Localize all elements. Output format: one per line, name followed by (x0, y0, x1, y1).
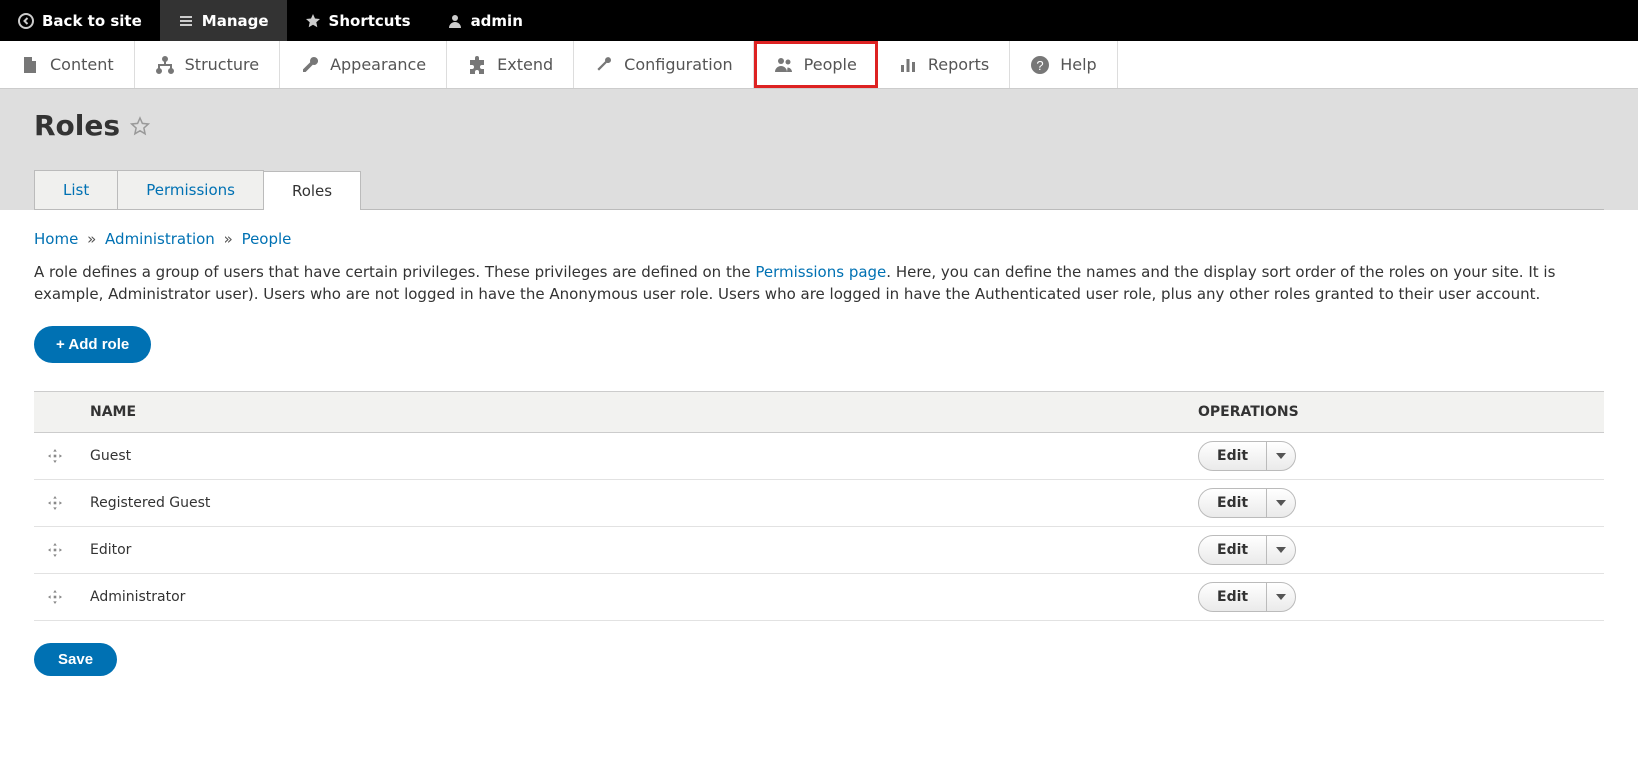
document-icon (20, 55, 40, 75)
breadcrumb-sep: » (220, 230, 237, 248)
back-to-site[interactable]: Back to site (0, 0, 160, 41)
content-area: Home » Administration » People A role de… (0, 210, 1638, 696)
breadcrumb-sep: » (83, 230, 100, 248)
desc-pre: A role defines a group of users that hav… (34, 263, 755, 281)
puzzle-icon (467, 55, 487, 75)
role-name-cell: Registered Guest (76, 479, 1184, 526)
manage-label: Manage (202, 12, 269, 30)
add-role-button[interactable]: + Add role (34, 326, 151, 363)
dropbutton-toggle[interactable] (1267, 583, 1295, 611)
th-operations: OPERATIONS (1184, 391, 1604, 432)
primary-tabs: List Permissions Roles (34, 170, 1604, 210)
favorite-star-icon[interactable] (130, 116, 150, 136)
admin-menu-content[interactable]: Content (0, 41, 135, 88)
admin-menu-people[interactable]: People (754, 41, 878, 88)
th-name: NAME (76, 391, 1184, 432)
edit-button[interactable]: Edit (1199, 583, 1267, 611)
tab-list[interactable]: List (34, 170, 118, 209)
operations-dropbutton: Edit (1198, 582, 1296, 612)
user-label: admin (471, 12, 523, 30)
permissions-page-link[interactable]: Permissions page (755, 263, 886, 281)
edit-button[interactable]: Edit (1199, 489, 1267, 517)
admin-menu-configuration[interactable]: Configuration (574, 41, 754, 88)
admin-menu-label: Structure (185, 55, 259, 74)
page-header-region: Roles List Permissions Roles (0, 89, 1638, 210)
admin-menu-label: Extend (497, 55, 553, 74)
question-circle-icon: ? (1030, 55, 1050, 75)
page-title-text: Roles (34, 109, 120, 142)
admin-menu-label: Content (50, 55, 114, 74)
chevron-left-circle-icon (18, 13, 34, 29)
operations-dropbutton: Edit (1198, 488, 1296, 518)
tool-icon (594, 55, 614, 75)
breadcrumb-home[interactable]: Home (34, 230, 78, 248)
edit-button[interactable]: Edit (1199, 442, 1267, 470)
dropbutton-toggle[interactable] (1267, 442, 1295, 470)
shortcuts-label: Shortcuts (329, 12, 411, 30)
page-title: Roles (34, 109, 1604, 142)
operations-dropbutton: Edit (1198, 441, 1296, 471)
admin-menu-structure[interactable]: Structure (135, 41, 280, 88)
breadcrumb-admin[interactable]: Administration (105, 230, 215, 248)
hierarchy-icon (155, 55, 175, 75)
tab-permissions[interactable]: Permissions (117, 170, 264, 209)
breadcrumb: Home » Administration » People (34, 230, 1604, 248)
table-row: Editor Edit (34, 526, 1604, 573)
top-toolbar: Back to site Manage Shortcuts admin (0, 0, 1638, 41)
th-drag (34, 391, 76, 432)
admin-menu: Content Structure Appearance Extend Conf… (0, 41, 1638, 89)
table-row: Administrator Edit (34, 573, 1604, 620)
operations-dropbutton: Edit (1198, 535, 1296, 565)
breadcrumb-people[interactable]: People (242, 230, 292, 248)
star-icon (305, 13, 321, 29)
manage-toggle[interactable]: Manage (160, 0, 287, 41)
svg-text:?: ? (1037, 58, 1044, 73)
role-name-cell: Guest (76, 432, 1184, 479)
table-row: Registered Guest Edit (34, 479, 1604, 526)
role-name-cell: Administrator (76, 573, 1184, 620)
admin-menu-appearance[interactable]: Appearance (280, 41, 447, 88)
table-row: Guest Edit (34, 432, 1604, 479)
page-description: A role defines a group of users that hav… (34, 262, 1604, 306)
roles-table: NAME OPERATIONS GuestEditRegistered Gues… (34, 391, 1604, 621)
bar-chart-icon (898, 55, 918, 75)
user-account[interactable]: admin (429, 0, 541, 41)
people-icon (774, 55, 794, 75)
drag-handle-icon[interactable] (48, 590, 62, 604)
drag-handle-icon[interactable] (48, 543, 62, 557)
dropbutton-toggle[interactable] (1267, 536, 1295, 564)
admin-menu-label: Configuration (624, 55, 733, 74)
shortcuts-link[interactable]: Shortcuts (287, 0, 429, 41)
admin-menu-label: People (804, 55, 857, 74)
tab-roles[interactable]: Roles (263, 171, 361, 210)
admin-menu-label: Help (1060, 55, 1096, 74)
back-to-site-label: Back to site (42, 12, 142, 30)
drag-handle-icon[interactable] (48, 496, 62, 510)
admin-menu-label: Reports (928, 55, 989, 74)
hamburger-icon (178, 13, 194, 29)
user-icon (447, 13, 463, 29)
wrench-icon (300, 55, 320, 75)
admin-menu-label: Appearance (330, 55, 426, 74)
dropbutton-toggle[interactable] (1267, 489, 1295, 517)
admin-menu-extend[interactable]: Extend (447, 41, 574, 88)
save-button[interactable]: Save (34, 643, 117, 676)
role-name-cell: Editor (76, 526, 1184, 573)
admin-menu-help[interactable]: ? Help (1010, 41, 1117, 88)
drag-handle-icon[interactable] (48, 449, 62, 463)
admin-menu-reports[interactable]: Reports (878, 41, 1010, 88)
edit-button[interactable]: Edit (1199, 536, 1267, 564)
